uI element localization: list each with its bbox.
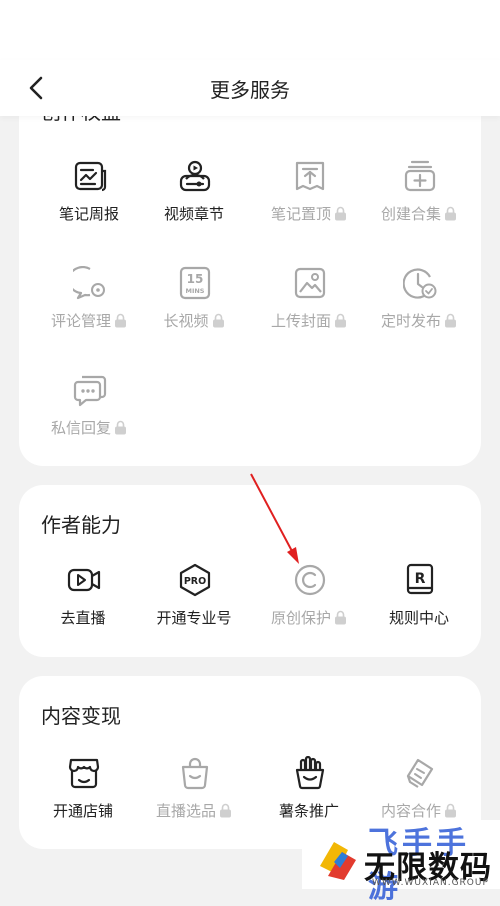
lock-icon bbox=[335, 313, 346, 328]
item-label: 视频章节 bbox=[163, 205, 224, 223]
svg-text:R: R bbox=[415, 571, 426, 587]
lock-icon bbox=[335, 610, 346, 625]
section-title: 内容变现 bbox=[41, 704, 121, 728]
lock-icon bbox=[115, 420, 126, 435]
item-label: 笔记置顶 bbox=[251, 203, 367, 224]
item-label: 去直播 bbox=[60, 609, 106, 627]
lock-icon bbox=[445, 313, 456, 328]
content-cooperation-icon bbox=[406, 758, 434, 788]
item-label: 定时发布 bbox=[361, 310, 477, 331]
item-label: 私信回复 bbox=[31, 417, 147, 438]
svg-text:MINS: MINS bbox=[185, 287, 204, 295]
lock-icon bbox=[445, 803, 456, 818]
section-author-abilities: 作者能力 去直播 PRO 开通专业号 原创保护 R 规则中心 bbox=[19, 485, 481, 657]
pro-account-icon: PRO bbox=[179, 563, 211, 597]
live-selection-icon bbox=[181, 757, 209, 790]
note-report-icon bbox=[74, 161, 107, 192]
item-label: 评论管理 bbox=[31, 310, 147, 331]
rules-center-icon: R bbox=[406, 563, 434, 595]
live-icon bbox=[67, 568, 101, 592]
fries-promotion-icon bbox=[295, 756, 325, 790]
item-label: 笔记周报 bbox=[58, 205, 119, 223]
item-label: 薯条推广 bbox=[278, 802, 339, 820]
lock-icon bbox=[445, 206, 456, 221]
message-reply-icon bbox=[73, 375, 107, 407]
pin-note-icon bbox=[295, 161, 325, 191]
item-label: 上传封面 bbox=[251, 310, 367, 331]
store-icon bbox=[68, 758, 100, 789]
lock-icon bbox=[220, 803, 231, 818]
create-collection-icon bbox=[404, 160, 436, 192]
lock-icon bbox=[212, 313, 224, 328]
top-navigation-bar: 更多服务 bbox=[0, 60, 500, 116]
copyright-icon bbox=[294, 564, 326, 596]
svg-text:15: 15 bbox=[187, 272, 204, 286]
section-title: 作者能力 bbox=[41, 513, 121, 537]
item-label: 开通专业号 bbox=[156, 609, 232, 627]
item-label: 原创保护 bbox=[251, 607, 367, 628]
watermark: 飞手手游 无限数码 WWW.WUXIAN.GROUP bbox=[302, 820, 500, 905]
item-label: 长视频 bbox=[136, 310, 252, 331]
lock-icon bbox=[335, 206, 346, 221]
item-label: 创建合集 bbox=[361, 203, 477, 224]
comment-manage-icon bbox=[73, 266, 105, 300]
svg-text:PRO: PRO bbox=[184, 576, 206, 587]
upload-cover-icon bbox=[294, 267, 326, 299]
lock-icon bbox=[115, 313, 126, 328]
section-creator-benefits: 创作权益 笔记周报 视频章节 笔记置顶 bbox=[19, 90, 481, 466]
video-chapter-icon bbox=[179, 160, 211, 192]
status-bar bbox=[0, 0, 500, 60]
page-title: 更多服务 bbox=[210, 78, 290, 102]
watermark-url-text: WWW.WUXIAN.GROUP bbox=[372, 878, 489, 888]
item-label: 规则中心 bbox=[388, 609, 449, 627]
scheduled-publish-icon bbox=[403, 268, 437, 299]
watermark-logo-icon bbox=[320, 842, 356, 880]
long-video-icon: 15 MINS bbox=[179, 266, 211, 300]
item-label: 直播选品 bbox=[136, 800, 252, 821]
item-label: 开通店铺 bbox=[52, 802, 113, 820]
